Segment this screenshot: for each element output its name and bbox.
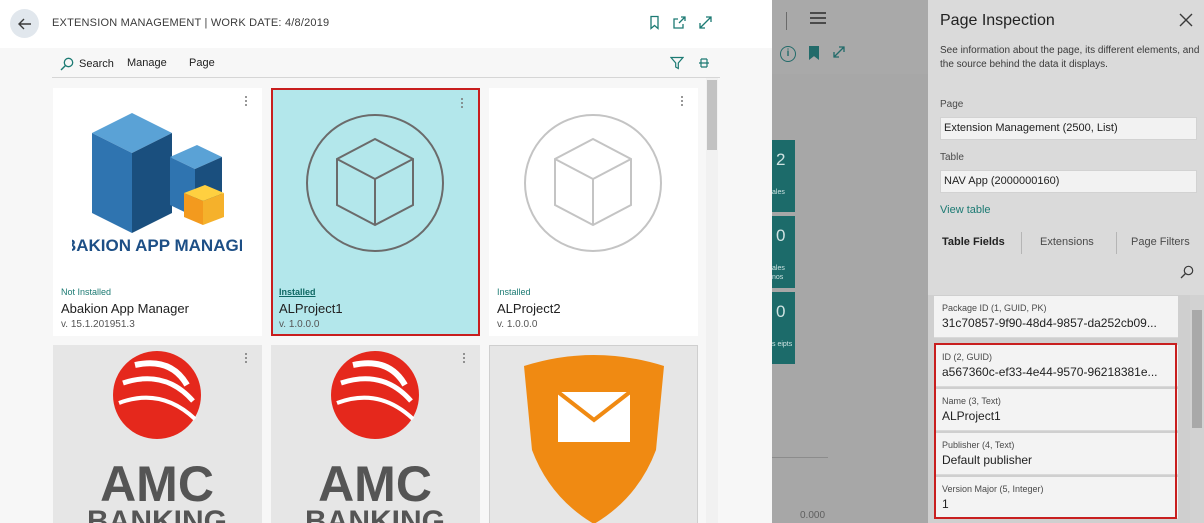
- tab-table-fields[interactable]: Table Fields: [942, 236, 1005, 248]
- back-arrow-icon: [17, 18, 31, 29]
- page-header: EXTENSION MANAGEMENT | WORK DATE: 4/8/20…: [0, 0, 772, 48]
- field-label: Package ID (1, GUID, PK): [942, 303, 1047, 313]
- more-options-icon[interactable]: [461, 98, 464, 110]
- page-label: Page: [940, 99, 964, 110]
- page-menu[interactable]: Page: [189, 57, 215, 69]
- svg-text:AMC: AMC: [100, 456, 214, 512]
- extension-version: v. 1.0.0.0: [279, 319, 320, 330]
- cue-label: s eipts: [772, 341, 793, 348]
- extension-name: ALProject2: [497, 301, 561, 316]
- action-bar: Search Manage Page: [52, 52, 720, 78]
- extension-tile-selected[interactable]: Installed ALProject1 v. 1.0.0.0: [271, 88, 480, 336]
- extension-name: ALProject1: [279, 301, 343, 316]
- search-label: Search: [79, 58, 114, 70]
- expand-icon: [833, 46, 845, 58]
- extension-logo: AMC BANKING: [279, 345, 471, 523]
- more-options-icon[interactable]: [681, 96, 684, 108]
- amc-banking-logo-icon: AMC BANKING: [305, 351, 445, 523]
- background-cue-tile: 0 s eipts: [772, 292, 795, 364]
- background-amount: 0.000: [800, 510, 826, 521]
- background-separator: [786, 12, 787, 30]
- cue-number: 0: [776, 226, 786, 245]
- amc-banking-logo-icon: AMC BANKING: [87, 351, 227, 523]
- tab-extensions[interactable]: Extensions: [1040, 236, 1094, 248]
- background-page: i 2 ales 0 ales nos 0 s eipts 0.000: [772, 0, 928, 523]
- tab-divider: [1021, 232, 1022, 254]
- bookmark-icon[interactable]: [647, 15, 662, 30]
- svg-text:BANKING: BANKING: [87, 505, 227, 523]
- expand-icon[interactable]: [698, 15, 713, 30]
- package-cube-icon: [524, 114, 662, 252]
- extension-logo: [497, 88, 689, 278]
- extension-tile[interactable]: Installed ALProject2 v. 1.0.0.0: [489, 88, 698, 336]
- highlight-frame: [934, 343, 1177, 519]
- logo-text: ABAKION APP MANAGER: [72, 236, 242, 255]
- divider: [772, 457, 828, 458]
- svg-text:AMC: AMC: [318, 456, 432, 512]
- background-cue-tile: 2 ales: [772, 140, 795, 212]
- search-action[interactable]: Search: [60, 57, 114, 71]
- more-options-icon[interactable]: [245, 96, 248, 108]
- extension-logo: [279, 88, 471, 278]
- install-status: Installed: [497, 287, 531, 297]
- extension-tile[interactable]: [489, 345, 698, 523]
- cue-number: 2: [776, 150, 786, 169]
- hamburger-menu-icon: [810, 12, 826, 26]
- extension-tile[interactable]: ABAKION APP MANAGER Not Installed Abakio…: [53, 88, 262, 336]
- extension-name: Abakion App Manager: [61, 301, 189, 316]
- scrollbar-thumb[interactable]: [1192, 310, 1202, 428]
- manage-menu[interactable]: Manage: [127, 57, 167, 69]
- background-toolbar: i: [772, 0, 928, 74]
- extension-tile[interactable]: AMC BANKING: [271, 345, 480, 523]
- close-icon[interactable]: [1179, 13, 1193, 27]
- tiles-scrollbar[interactable]: [706, 78, 718, 523]
- bookmark-icon: [809, 46, 819, 60]
- search-icon[interactable]: [1180, 265, 1194, 279]
- cue-label: ales nos: [772, 265, 785, 281]
- cue-number: 0: [776, 302, 786, 321]
- inspection-tabs: Table Fields Extensions Page Filters: [940, 228, 1204, 258]
- info-icon: i: [780, 46, 796, 62]
- more-options-icon[interactable]: [463, 353, 466, 365]
- extension-tile[interactable]: AMC BANKING: [53, 345, 262, 523]
- panel-title: Page Inspection: [940, 12, 1055, 29]
- page-value-field: Extension Management (2500, List): [940, 117, 1197, 140]
- field-row[interactable]: Package ID (1, GUID, PK) 31c70857-9f90-4…: [934, 296, 1178, 338]
- panel-description: See information about the page, its diff…: [940, 45, 1200, 70]
- extension-management-panel: EXTENSION MANAGEMENT | WORK DATE: 4/8/20…: [0, 0, 772, 523]
- view-table-link[interactable]: View table: [940, 204, 991, 216]
- scrollbar-thumb[interactable]: [707, 80, 717, 150]
- extension-version: v. 15.1.201951.3: [61, 319, 135, 330]
- background-cue-tile: 0 ales nos: [772, 216, 795, 288]
- extension-logo: [498, 346, 690, 523]
- cue-label: ales: [772, 189, 785, 196]
- filter-icon[interactable]: [670, 56, 684, 70]
- install-status: Installed: [279, 287, 316, 297]
- abakion-cubes-icon: ABAKION APP MANAGER: [72, 113, 242, 255]
- tab-page-filters[interactable]: Page Filters: [1131, 236, 1190, 248]
- email-shield-icon: [524, 355, 664, 523]
- table-label: Table: [940, 152, 964, 163]
- pin-icon[interactable]: [697, 56, 711, 70]
- open-new-window-icon[interactable]: [672, 15, 687, 30]
- extension-logo: AMC BANKING: [61, 345, 253, 523]
- svg-text:BANKING: BANKING: [305, 505, 445, 523]
- more-options-icon[interactable]: [245, 353, 248, 365]
- extension-logo: ABAKION APP MANAGER: [61, 88, 253, 278]
- package-cube-icon: [306, 114, 444, 252]
- extension-version: v. 1.0.0.0: [497, 319, 538, 330]
- page-title: EXTENSION MANAGEMENT | WORK DATE: 4/8/20…: [52, 17, 330, 29]
- install-status: Not Installed: [61, 287, 112, 297]
- field-value: 31c70857-9f90-48d4-9857-da252cb09...: [942, 316, 1157, 330]
- fields-scrollbar[interactable]: [1190, 295, 1204, 523]
- tab-divider: [1116, 232, 1117, 254]
- table-value-field: NAV App (2000000160): [940, 170, 1197, 193]
- back-button[interactable]: [10, 9, 39, 38]
- search-icon: [60, 57, 74, 71]
